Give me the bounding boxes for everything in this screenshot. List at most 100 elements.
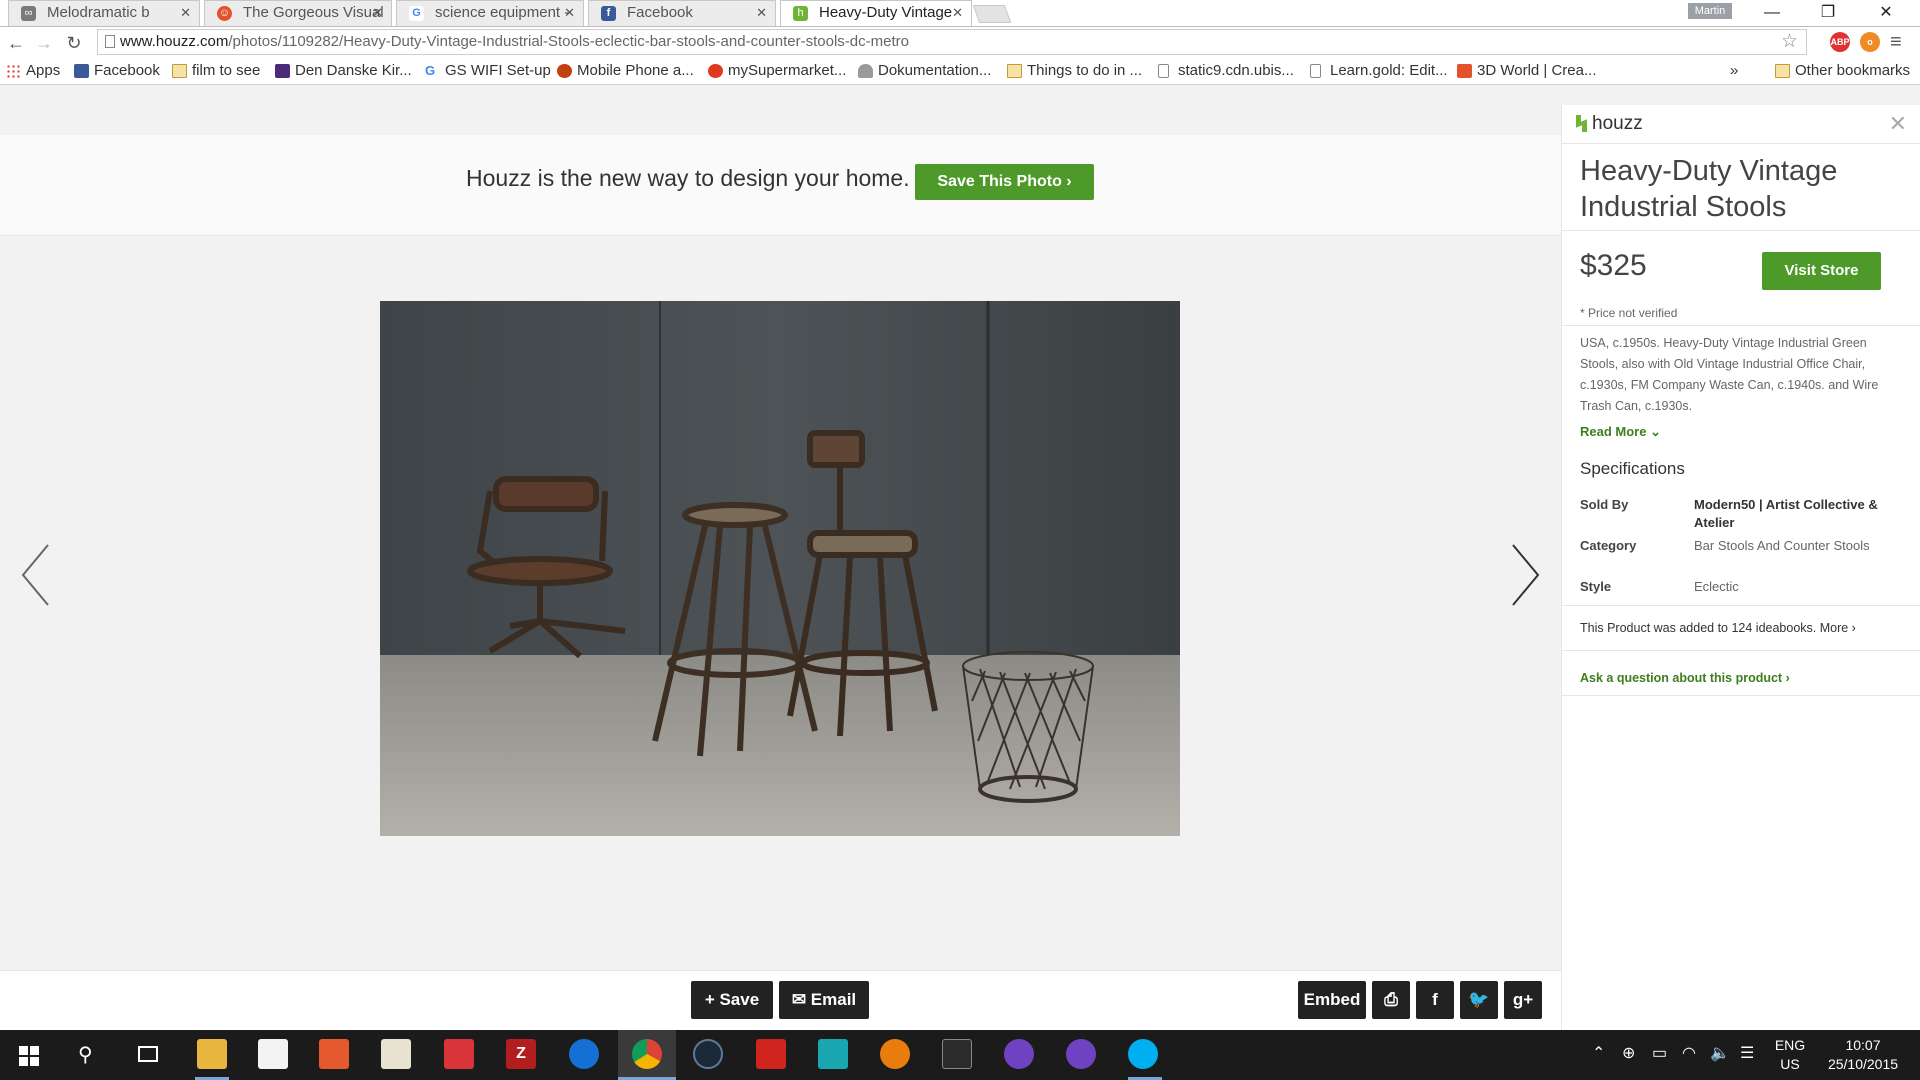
previous-photo-arrow-icon[interactable] (18, 540, 58, 610)
tab-strip: ∞ Melodramatic b ✕ ☺ The Gorgeous Visual… (0, 0, 1920, 27)
windows-start-icon[interactable] (19, 1046, 39, 1066)
product-title: Heavy-Duty Vintage Industrial Stools (1580, 155, 1838, 223)
address-bar[interactable]: www.houzz.com/photos/1109282/Heavy-Duty-… (97, 29, 1807, 55)
shield-icon (557, 64, 572, 78)
visit-store-button[interactable]: Visit Store (1762, 252, 1881, 290)
github-icon[interactable] (1066, 1039, 1096, 1069)
skype-icon[interactable] (1128, 1039, 1158, 1069)
close-icon[interactable]: ✕ (756, 1, 767, 25)
bookmark-dokumentation[interactable]: Dokumentation... (858, 61, 991, 81)
bookmark-learn-gold[interactable]: Learn.gold: Edit... (1310, 61, 1448, 81)
volume-icon[interactable]: 🔈 (1710, 1044, 1730, 1063)
bookmark-static9[interactable]: static9.cdn.ubis... (1158, 61, 1294, 81)
print-icon: ⎙ (1384, 990, 1398, 1009)
bookmark-things-to-do[interactable]: Things to do in ... (1007, 61, 1142, 81)
extension-icon[interactable]: o (1860, 32, 1880, 52)
network-globe-icon[interactable]: ⊕ (1622, 1044, 1635, 1063)
bookmarks-overflow-button[interactable]: » (1730, 61, 1738, 81)
unity-icon[interactable] (942, 1039, 972, 1069)
window-close-button[interactable]: ✕ (1858, 0, 1914, 26)
price-note: * Price not verified (1580, 306, 1678, 320)
church-icon (275, 64, 290, 78)
bookmark-mobile-phone[interactable]: Mobile Phone a... (557, 61, 694, 81)
save-button[interactable]: + Save (691, 981, 773, 1019)
reload-button[interactable]: ↻ (62, 31, 86, 55)
product-side-panel: houzz ✕ Heavy-Duty Vintage Industrial St… (1561, 105, 1920, 1030)
restore-button[interactable]: ❐ (1800, 0, 1856, 26)
task-view-icon[interactable] (138, 1046, 158, 1062)
pencil-app-icon[interactable] (319, 1039, 349, 1069)
store-icon[interactable] (258, 1039, 288, 1069)
action-center-icon[interactable]: ☰ (1740, 1044, 1754, 1063)
back-button[interactable]: ← (4, 31, 28, 55)
tab-label: Heavy-Duty Vintage (819, 4, 953, 21)
spec-label: Category (1580, 538, 1637, 553)
chrome-icon[interactable] (632, 1039, 662, 1069)
next-photo-arrow-icon[interactable] (1503, 540, 1543, 610)
bookmark-facebook[interactable]: Facebook (74, 61, 160, 81)
new-tab-button[interactable] (972, 5, 1012, 23)
tab-melodramatic[interactable]: ∞ Melodramatic b ✕ (8, 0, 200, 26)
google-plus-share-button[interactable]: g+ (1504, 981, 1542, 1019)
red-app-icon[interactable] (444, 1039, 474, 1069)
bookmark-film-to-see[interactable]: film to see (172, 61, 260, 81)
read-more-link[interactable]: Read More ⌄ (1580, 424, 1661, 440)
bookmark-label: Apps (26, 62, 61, 79)
spec-value-category[interactable]: Bar Stools And Counter Stools (1694, 537, 1884, 555)
email-button[interactable]: ✉ Email (779, 981, 869, 1019)
tab-gorgeous-visual[interactable]: ☺ The Gorgeous Visual ✕ (204, 0, 392, 26)
folder-icon (1007, 64, 1022, 78)
calendar-app-icon[interactable] (381, 1039, 411, 1069)
bookmark-mysupermarket[interactable]: mySupermarket... (708, 61, 846, 81)
close-panel-icon[interactable]: ✕ (1889, 111, 1907, 137)
tray-overflow-icon[interactable]: ⌃ (1592, 1044, 1605, 1063)
bookmark-label: 3D World | Crea... (1477, 62, 1597, 79)
creative-cloud-icon[interactable] (756, 1039, 786, 1069)
product-photo[interactable] (380, 301, 1180, 836)
forward-button[interactable]: → (32, 31, 56, 55)
tab-science-equipment[interactable]: G science equipment - ✕ (396, 0, 584, 26)
adblock-icon[interactable]: ABP (1830, 32, 1850, 52)
ask-question-link[interactable]: Ask a question about this product › (1580, 671, 1790, 685)
bookmark-star-icon[interactable]: ☆ (1781, 30, 1798, 53)
filezilla-icon[interactable]: Z (506, 1039, 536, 1069)
print-button[interactable]: ⎙ (1372, 981, 1410, 1019)
steam-icon[interactable] (693, 1039, 723, 1069)
embed-button[interactable]: Embed (1298, 981, 1366, 1019)
close-icon[interactable]: ✕ (372, 1, 383, 25)
edge-icon[interactable] (569, 1039, 599, 1069)
close-icon[interactable]: ✕ (952, 1, 963, 25)
close-icon[interactable]: ✕ (564, 1, 575, 25)
language-indicator[interactable]: ENG US (1772, 1036, 1808, 1074)
github-icon[interactable] (1004, 1039, 1034, 1069)
menu-icon[interactable]: ≡ (1890, 31, 1902, 54)
other-bookmarks[interactable]: Other bookmarks (1775, 61, 1910, 81)
tab-heavy-duty-vintage[interactable]: h Heavy-Duty Vintage ✕ (780, 0, 972, 26)
profile-button[interactable]: Martin (1688, 3, 1732, 19)
bookmark-gs-wifi[interactable]: G GS WIFI Set-up (425, 61, 551, 81)
file-explorer-icon[interactable] (197, 1039, 227, 1069)
bookmark-label: Learn.gold: Edit... (1330, 62, 1448, 79)
bookmark-3d-world[interactable]: 3D World | Crea... (1457, 61, 1597, 81)
close-icon[interactable]: ✕ (180, 1, 191, 25)
bookmark-apps[interactable]: Apps (6, 61, 60, 81)
save-this-photo-button[interactable]: Save This Photo › (915, 164, 1094, 200)
minimize-button[interactable]: — (1744, 0, 1800, 26)
wifi-icon[interactable]: ◠ (1682, 1044, 1696, 1063)
houzz-logo[interactable]: houzz (1576, 113, 1643, 135)
bookmark-den-danske[interactable]: Den Danske Kir... (275, 61, 412, 81)
facebook-icon (74, 64, 89, 78)
battery-icon[interactable]: ▭ (1652, 1044, 1667, 1063)
clock[interactable]: 10:07 25/10/2015 (1818, 1036, 1908, 1074)
tab-facebook[interactable]: f Facebook ✕ (588, 0, 776, 26)
twitter-share-button[interactable]: 🐦 (1460, 981, 1498, 1019)
spec-value-sold-by[interactable]: Modern50 | Artist Collective & Atelier (1694, 496, 1884, 532)
bookmark-label: film to see (192, 62, 261, 79)
brand-name: houzz (1592, 113, 1643, 134)
maya-icon[interactable] (818, 1039, 848, 1069)
blender-icon[interactable] (880, 1039, 910, 1069)
search-icon[interactable]: ⚲ (78, 1042, 93, 1067)
ideabooks-count[interactable]: This Product was added to 124 ideabooks.… (1580, 621, 1856, 635)
facebook-share-button[interactable]: f (1416, 981, 1454, 1019)
spec-value-style[interactable]: Eclectic (1694, 578, 1884, 596)
